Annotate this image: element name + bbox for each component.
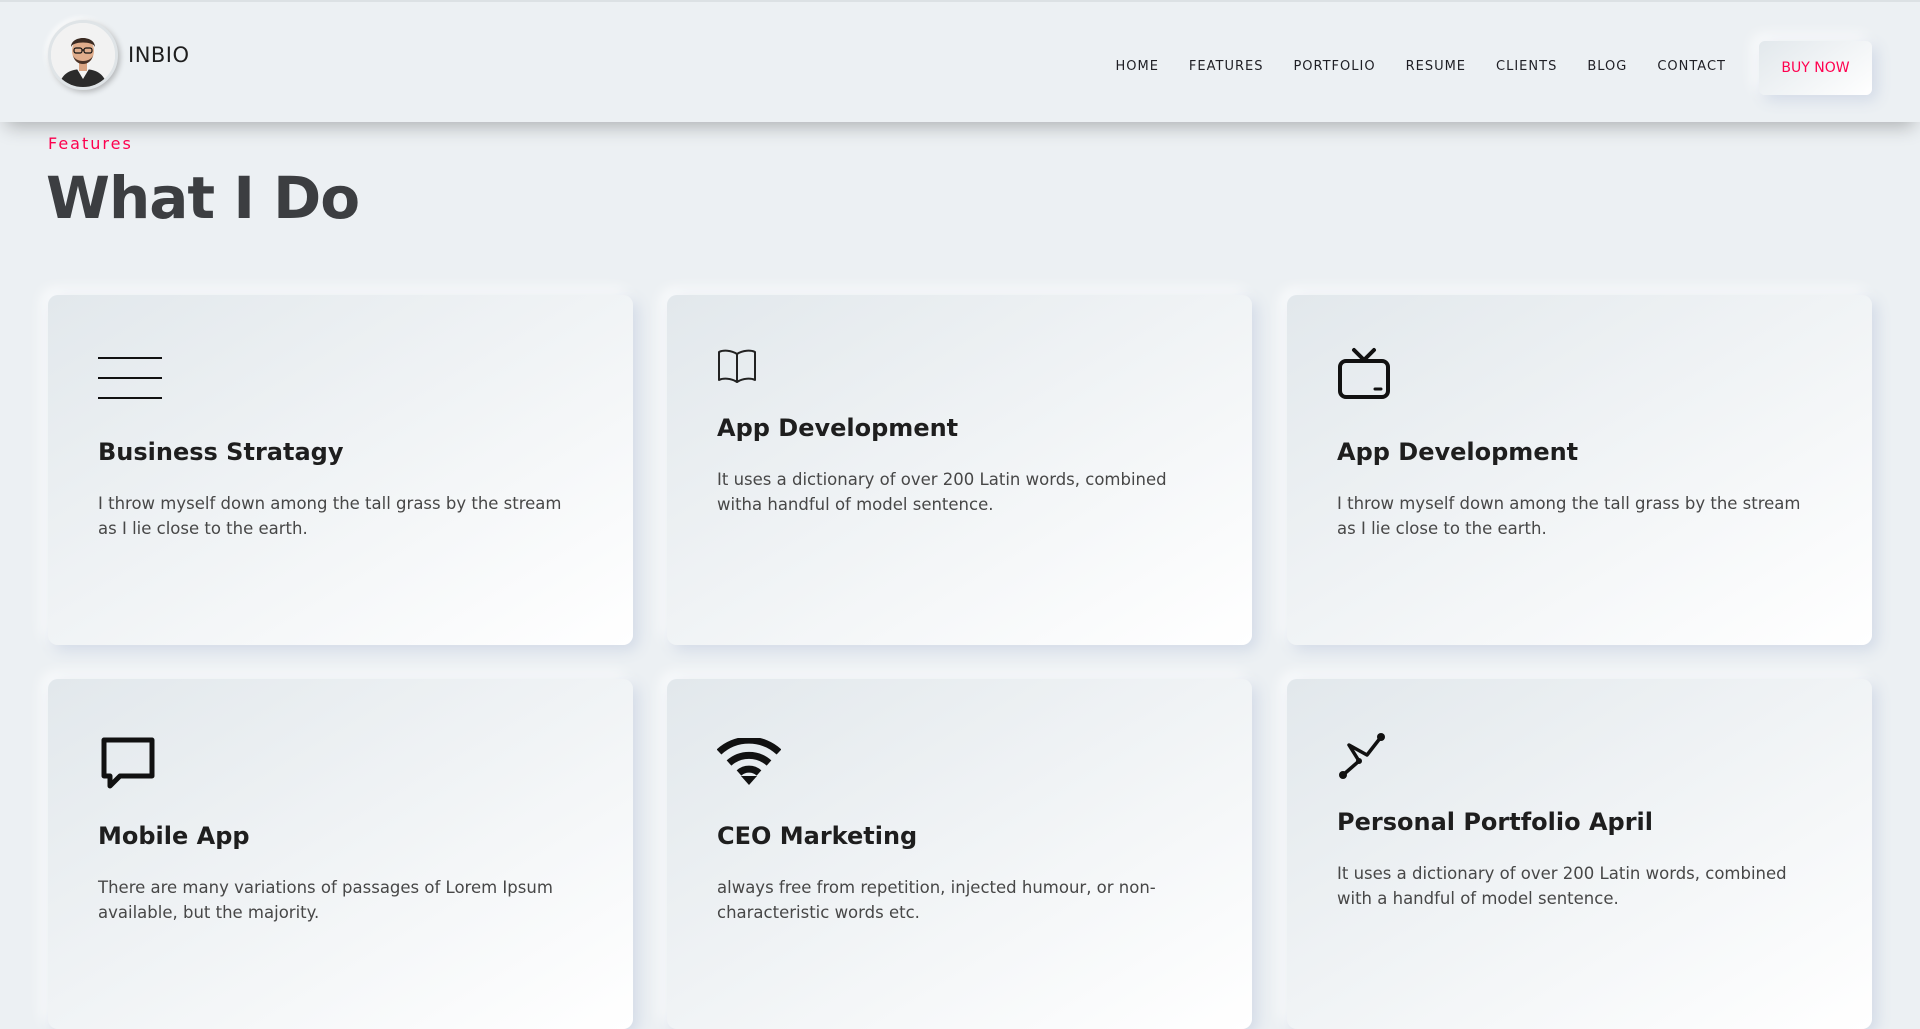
book-icon	[717, 348, 757, 388]
feature-card-ceo-marketing[interactable]: CEO Marketing always free from repetitio…	[667, 679, 1252, 1029]
card-title: App Development	[717, 414, 959, 442]
feature-card-personal-portfolio[interactable]: Personal Portfolio April It uses a dicti…	[1287, 679, 1872, 1029]
card-title: Mobile App	[98, 822, 250, 850]
card-description: It uses a dictionary of over 200 Latin w…	[1337, 864, 1787, 908]
tv-icon	[1337, 347, 1391, 405]
avatar[interactable]	[48, 20, 118, 90]
card-title: Personal Portfolio April	[1337, 808, 1653, 836]
nav-resume[interactable]: RESUME	[1406, 59, 1466, 74]
feature-card-app-development-2[interactable]: App Development I throw myself down amon…	[1287, 295, 1872, 645]
card-title: Business Stratagy	[98, 438, 344, 466]
card-title: CEO Marketing	[717, 822, 918, 850]
card-description: It uses a dictionary of over 200 Latin w…	[717, 470, 1167, 514]
card-description: always free from repetition, injected hu…	[717, 878, 1156, 922]
menu-lines-icon	[98, 355, 164, 405]
nav-portfolio[interactable]: PORTFOLIO	[1293, 59, 1375, 74]
feature-card-mobile-app[interactable]: Mobile App There are many variations of …	[48, 679, 633, 1029]
feature-card-app-development[interactable]: App Development It uses a dictionary of …	[667, 295, 1252, 645]
feature-card-business-strategy[interactable]: Business Stratagy I throw myself down am…	[48, 295, 633, 645]
brand[interactable]: INBIO	[48, 20, 190, 90]
card-description: There are many variations of passages of…	[98, 878, 553, 922]
chat-bubble-icon	[98, 736, 158, 796]
card-description: I throw myself down among the tall grass…	[98, 494, 562, 538]
graph-nodes-icon	[1337, 731, 1387, 785]
buy-now-button[interactable]: BUY NOW	[1759, 41, 1872, 95]
main-nav: HOME FEATURES PORTFOLIO RESUME CLIENTS B…	[1085, 59, 1726, 74]
nav-blog[interactable]: BLOG	[1587, 59, 1627, 74]
nav-contact[interactable]: CONTACT	[1657, 59, 1726, 74]
card-description: I throw myself down among the tall grass…	[1337, 494, 1801, 538]
site-header: INBIO HOME FEATURES PORTFOLIO RESUME CLI…	[0, 0, 1920, 122]
nav-home[interactable]: HOME	[1115, 59, 1158, 74]
wifi-icon	[716, 736, 782, 790]
section-subtitle: Features	[48, 134, 133, 153]
nav-clients[interactable]: CLIENTS	[1496, 59, 1557, 74]
card-title: App Development	[1337, 438, 1579, 466]
brand-name[interactable]: INBIO	[128, 43, 190, 67]
section-title: What I Do	[46, 164, 360, 232]
nav-features[interactable]: FEATURES	[1189, 59, 1264, 74]
